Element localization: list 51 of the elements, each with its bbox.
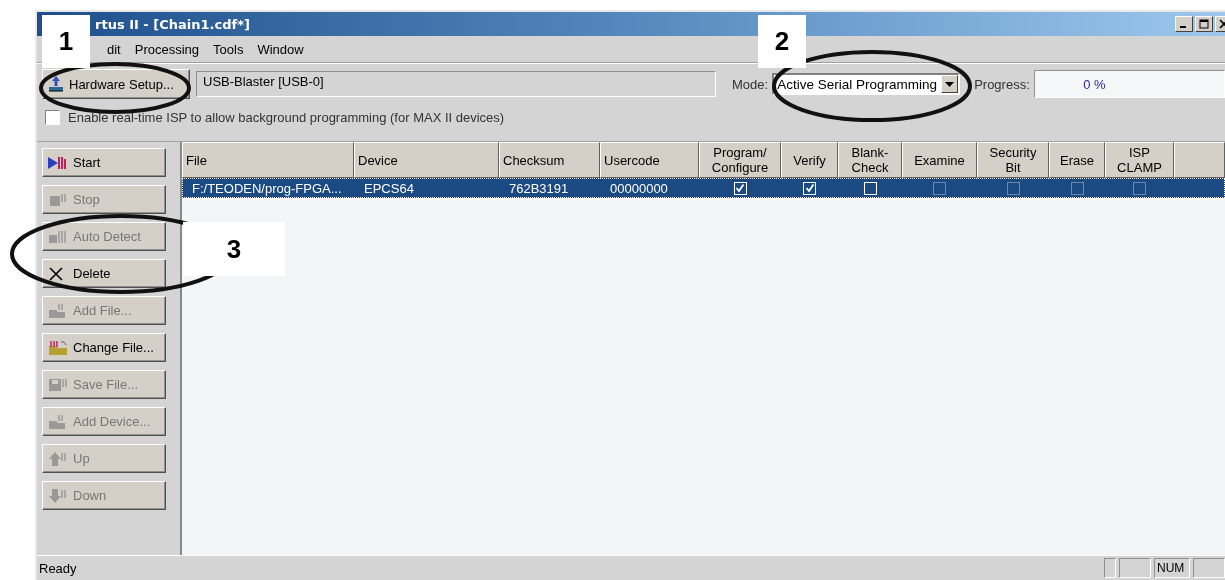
upload-arrow-icon <box>47 75 65 93</box>
play-icon <box>47 154 69 171</box>
status-text: Ready <box>39 560 78 576</box>
column-header[interactable]: Usercode <box>600 142 699 178</box>
hardware-field: USB-Blaster [USB-0] <box>196 71 716 97</box>
isp-option-label: Enable real-time ISP to allow background programming (for MAX II devices) <box>68 109 505 125</box>
column-header[interactable]: Examine <box>902 142 977 178</box>
column-header[interactable]: Security Bit <box>977 142 1049 178</box>
column-header[interactable]: Checksum <box>499 142 600 178</box>
progress-label: Progress: <box>974 76 1030 92</box>
up-arrow-icon <box>47 450 69 467</box>
menu-item[interactable]: Tools <box>213 41 244 57</box>
minimize-button[interactable] <box>1175 16 1193 32</box>
mode-dropdown[interactable]: Active Serial Programming <box>772 73 961 95</box>
maximize-icon <box>1199 19 1209 29</box>
isp-checkbox[interactable] <box>45 109 60 125</box>
status-pane <box>1119 558 1151 578</box>
menu-item[interactable]: Processing <box>134 41 200 57</box>
column-header[interactable]: Verify <box>781 142 838 178</box>
column-header[interactable]: Program/ Configure <box>699 142 781 178</box>
callout-number: 2 <box>758 15 806 68</box>
progress-field: 0 % <box>1033 70 1225 98</box>
status-pane <box>1104 558 1116 578</box>
column-header[interactable]: Device <box>354 142 499 178</box>
action-button[interactable]: Start <box>42 148 166 177</box>
table-cell: F:/TEODEN/prog-FPGA... <box>192 180 342 196</box>
table-cell: 00000000 <box>610 180 668 196</box>
table-cell: 762B3191 <box>509 180 569 196</box>
column-header[interactable]: ISP CLAMP <box>1105 142 1174 178</box>
status-indicator: NUM <box>1154 558 1190 578</box>
action-button[interactable]: Change File... <box>42 333 166 362</box>
table-cell: EPCS64 <box>364 180 414 196</box>
menu-item[interactable]: Window <box>257 41 304 57</box>
hardware-setup-button[interactable]: Hardware Setup... <box>42 69 190 99</box>
menu-item[interactable]: dit <box>107 41 121 57</box>
maximize-button[interactable] <box>1195 16 1213 32</box>
mode-label: Mode: <box>732 76 769 92</box>
column-header[interactable]: Erase <box>1049 142 1105 178</box>
column-header[interactable]: File <box>182 142 354 178</box>
column-header[interactable]: Blank- Check <box>838 142 902 178</box>
window-title: rtus II - [Chain1.cdf*] <box>94 16 250 32</box>
folder-icon <box>47 339 69 356</box>
callout-number: 3 <box>183 222 285 276</box>
stop-icon <box>47 191 69 208</box>
callout-number: 1 <box>42 15 90 68</box>
floppy-disk-icon <box>47 376 69 393</box>
action-button[interactable]: Delete <box>42 259 166 288</box>
status-pane <box>1193 558 1225 578</box>
down-arrow-icon <box>47 487 69 504</box>
chip-icon <box>47 228 69 245</box>
minimize-icon <box>1180 26 1186 28</box>
